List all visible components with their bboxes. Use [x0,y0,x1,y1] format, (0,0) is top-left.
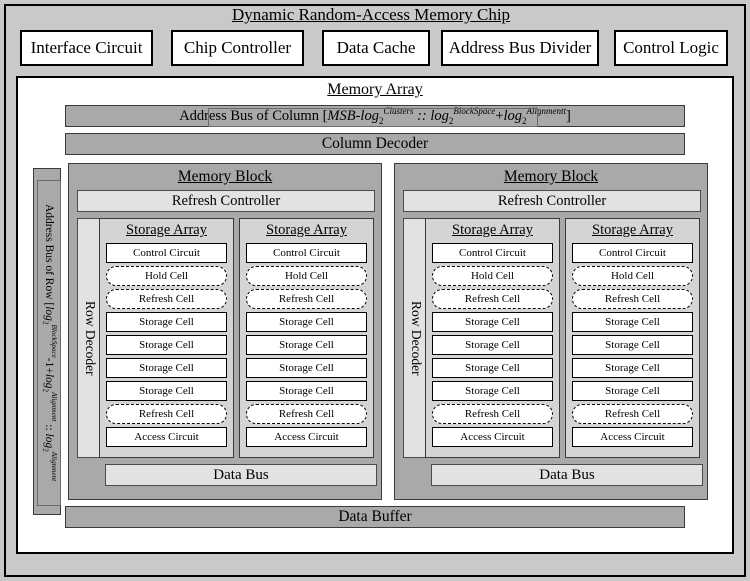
top-block-control-logic[interactable]: Control Logic [614,30,728,66]
cell-storage-cell: Storage Cell [432,312,553,332]
storage-array-title: Storage Array [126,222,207,238]
cell-storage-cell: Storage Cell [246,358,367,378]
storage-array-title: Storage Array [592,222,673,238]
top-block-chip-controller[interactable]: Chip Controller [171,30,304,66]
cell-storage-cell: Storage Cell [106,312,227,332]
cell-hold-cell: Hold Cell [246,266,367,286]
cell-storage-cell: Storage Cell [572,381,693,401]
cell-access-circuit: Access Circuit [246,427,367,447]
refresh-controller: Refresh Controller [403,190,701,212]
top-block-data-cache[interactable]: Data Cache [322,30,430,66]
memory-array-title: Memory Array [327,81,423,98]
cell-control-circuit: Control Circuit [106,243,227,263]
cell-refresh-cell: Refresh Cell [432,404,553,424]
row-decoder-label: Row Decoder [409,300,424,376]
storage-array-title: Storage Array [266,222,347,238]
cell-storage-cell: Storage Cell [432,381,553,401]
column-decoder: Column Decoder [65,133,685,155]
cell-storage-cell: Storage Cell [106,381,227,401]
cell-access-circuit: Access Circuit [572,427,693,447]
cell-hold-cell: Hold Cell [432,266,553,286]
data-buffer: Data Buffer [65,506,685,528]
cell-refresh-cell: Refresh Cell [432,289,553,309]
chip-title: Dynamic Random-Access Memory Chip [231,5,511,24]
cell-refresh-cell: Refresh Cell [572,289,693,309]
cell-refresh-cell: Refresh Cell [106,404,227,424]
cell-refresh-cell: Refresh Cell [572,404,693,424]
cell-storage-cell: Storage Cell [572,312,693,332]
address-bus-of-row-text: Address Bus of Row [log2BlockSpace-1+log… [41,204,58,482]
address-bus-of-row-inner-frame: Address Bus of Row [log2BlockSpace-1+log… [37,180,61,506]
memory-block-title: Memory Block [177,168,273,185]
top-block-interface-circuit[interactable]: Interface Circuit [20,30,153,66]
storage-array: Storage Array Control Circuit Hold Cell Ref… [239,218,374,458]
refresh-controller: Refresh Controller [77,190,375,212]
cell-storage-cell: Storage Cell [572,335,693,355]
cell-storage-cell: Storage Cell [432,335,553,355]
row-decoder-label: Row Decoder [83,300,98,376]
memory-block: Memory Block Refresh Controller Row Decode… [394,163,708,500]
address-bus-of-column-inner-frame [208,108,538,127]
storage-array: Storage Array Control Circuit Hold Cell Ref… [99,218,234,458]
storage-array: Storage Array Control Circuit Hold Cell Ref… [425,218,560,458]
memory-block: Memory Block Refresh Controller Row Decode… [68,163,382,500]
cell-refresh-cell: Refresh Cell [246,289,367,309]
memory-block-title: Memory Block [503,168,599,185]
address-bus-of-column: Address Bus of Column [MSB-log2Clusters … [65,105,685,127]
cell-hold-cell: Hold Cell [106,266,227,286]
cell-storage-cell: Storage Cell [246,312,367,332]
cell-control-circuit: Control Circuit [432,243,553,263]
cell-control-circuit: Control Circuit [246,243,367,263]
cell-hold-cell: Hold Cell [572,266,693,286]
cell-storage-cell: Storage Cell [246,381,367,401]
cell-refresh-cell: Refresh Cell [246,404,367,424]
cell-access-circuit: Access Circuit [432,427,553,447]
storage-array: Storage Array Control Circuit Hold Cell Ref… [565,218,700,458]
cell-storage-cell: Storage Cell [246,335,367,355]
data-bus: Data Bus [431,464,703,486]
cell-control-circuit: Control Circuit [572,243,693,263]
address-bus-of-row: Address Bus of Row [log2BlockSpace-1+log… [33,168,61,515]
cell-storage-cell: Storage Cell [572,358,693,378]
cell-refresh-cell: Refresh Cell [106,289,227,309]
data-bus: Data Bus [105,464,377,486]
cell-storage-cell: Storage Cell [106,335,227,355]
cell-storage-cell: Storage Cell [432,358,553,378]
top-block-address-bus-divider[interactable]: Address Bus Divider [441,30,599,66]
cell-storage-cell: Storage Cell [106,358,227,378]
storage-array-title: Storage Array [452,222,533,238]
cell-access-circuit: Access Circuit [106,427,227,447]
